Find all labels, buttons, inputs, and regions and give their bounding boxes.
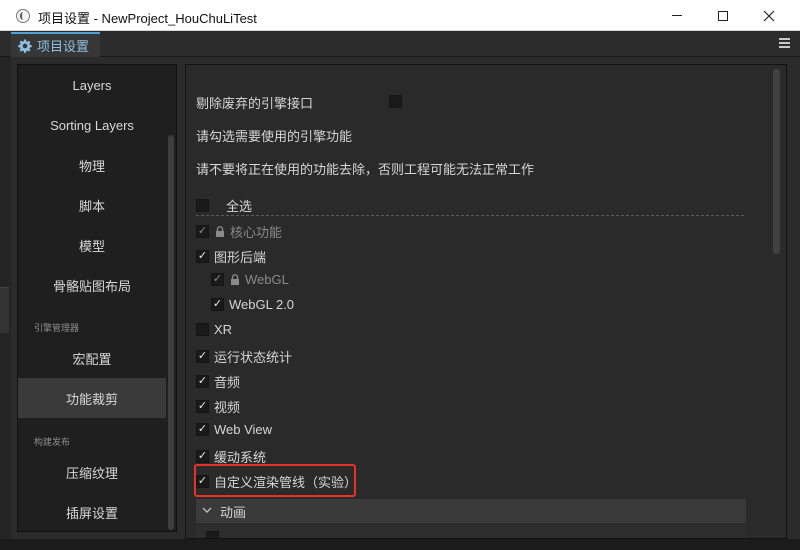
title-bar: 项目设置 - NewProject_HouChuLiTest xyxy=(0,0,800,31)
feature-checkbox[interactable]: ✓ xyxy=(196,450,209,463)
select-all-row[interactable]: 全选 xyxy=(196,196,252,215)
highlight-box xyxy=(194,464,356,497)
feature-label: 音频 xyxy=(214,375,241,390)
animation-group-header[interactable]: 动画 xyxy=(196,499,746,523)
left-edge xyxy=(0,57,11,550)
nav-section-build-publish: 构建发布 xyxy=(34,437,71,447)
chevron-down-icon xyxy=(202,505,212,517)
app-icon xyxy=(16,9,30,23)
nav-item-model[interactable]: 模型 xyxy=(18,225,166,265)
gear-icon xyxy=(18,38,32,53)
maximize-button[interactable] xyxy=(700,0,746,31)
tab-project-settings[interactable]: 项目设置 xyxy=(11,32,100,57)
select-all-checkbox[interactable] xyxy=(196,199,209,212)
animation-subrow xyxy=(196,525,746,538)
feature-label: XR xyxy=(214,322,233,337)
nav-item-layers[interactable]: Layers xyxy=(18,65,166,105)
feature-row-webgl: ✓ WebGL xyxy=(211,272,289,287)
divider xyxy=(196,215,744,216)
nav-item-macro-config[interactable]: 宏配置 xyxy=(18,338,166,378)
feature-checkbox[interactable]: ✓ xyxy=(211,298,224,311)
close-button[interactable] xyxy=(746,0,792,31)
info-line-2: 请不要将正在使用的功能去除，否则工程可能无法正常工作 xyxy=(196,162,535,177)
feature-checkbox: ✓ xyxy=(211,273,224,286)
maximize-icon xyxy=(718,10,728,21)
hamburger-menu-icon[interactable] xyxy=(779,38,790,48)
nav-scrollbar[interactable] xyxy=(168,135,174,530)
lock-icon xyxy=(215,226,225,237)
feature-label: WebGL 2.0 xyxy=(229,297,295,312)
feature-checkbox: ✓ xyxy=(196,225,209,238)
content-scrollbar[interactable] xyxy=(773,69,780,254)
feature-checkbox[interactable]: ✓ xyxy=(196,423,209,436)
remove-deprecated-label: 剔除废弃的引擎接口 xyxy=(196,96,314,111)
feature-checkbox[interactable] xyxy=(196,323,209,336)
feature-label: 运行状态统计 xyxy=(214,350,293,365)
bottom-strip xyxy=(0,539,800,550)
animation-group-label: 动画 xyxy=(220,504,247,520)
feature-row-core: ✓ 核心功能 xyxy=(196,222,282,241)
feature-checkbox[interactable]: ✓ xyxy=(196,250,209,263)
feature-row-web-view[interactable]: ✓ Web View xyxy=(196,422,272,437)
window-title: 项目设置 - NewProject_HouChuLiTest xyxy=(38,11,257,26)
select-all-label: 全选 xyxy=(226,199,253,214)
feature-label: 视频 xyxy=(214,400,241,415)
feature-label: Web View xyxy=(214,422,273,437)
nav-item-splash-settings[interactable]: 插屏设置 xyxy=(18,492,166,531)
remove-deprecated-checkbox[interactable] xyxy=(389,95,402,108)
nav-item-sorting-layers[interactable]: Sorting Layers xyxy=(18,105,166,145)
minimize-icon xyxy=(672,15,682,16)
feature-label: WebGL xyxy=(245,272,289,287)
animation-subrow-checkbox[interactable] xyxy=(206,531,219,538)
feature-checkbox[interactable]: ✓ xyxy=(196,375,209,388)
lock-icon xyxy=(230,274,240,285)
nav-item-texture-compression[interactable]: 压缩纹理 xyxy=(18,452,166,492)
feature-row-audio[interactable]: ✓ 音频 xyxy=(196,372,240,391)
feature-row-webgl2[interactable]: ✓ WebGL 2.0 xyxy=(211,297,294,312)
settings-nav: Layers Sorting Layers 物理 脚本 模型 骨骼贴图布局 引擎… xyxy=(17,64,177,532)
tab-label: 项目设置 xyxy=(37,39,90,54)
nav-section-engine-manager: 引擎管理器 xyxy=(34,323,80,333)
feature-row-graphics-backend[interactable]: ✓ 图形后端 xyxy=(196,247,266,266)
nav-item-skeleton-texture-layout[interactable]: 骨骼贴图布局 xyxy=(18,265,166,305)
feature-label: 核心功能 xyxy=(230,225,283,240)
feature-label: 图形后端 xyxy=(214,250,267,265)
feature-checkbox[interactable]: ✓ xyxy=(196,400,209,413)
feature-checkbox[interactable]: ✓ xyxy=(196,350,209,363)
tab-bar: 项目设置 xyxy=(0,31,800,57)
close-icon xyxy=(763,10,775,21)
nav-item-physics[interactable]: 物理 xyxy=(18,145,166,185)
feature-row-video[interactable]: ✓ 视频 xyxy=(196,397,240,416)
nav-item-scripts[interactable]: 脚本 xyxy=(18,185,166,225)
remove-deprecated-row: 剔除废弃的引擎接口 xyxy=(196,93,313,112)
minimize-button[interactable] xyxy=(654,0,700,31)
feature-row-xr[interactable]: XR xyxy=(196,322,232,337)
info-line-1: 请勾选需要使用的引擎功能 xyxy=(196,129,353,144)
feature-row-profiler[interactable]: ✓ 运行状态统计 xyxy=(196,347,292,366)
nav-item-feature-cropping[interactable]: 功能裁剪 xyxy=(18,378,166,418)
